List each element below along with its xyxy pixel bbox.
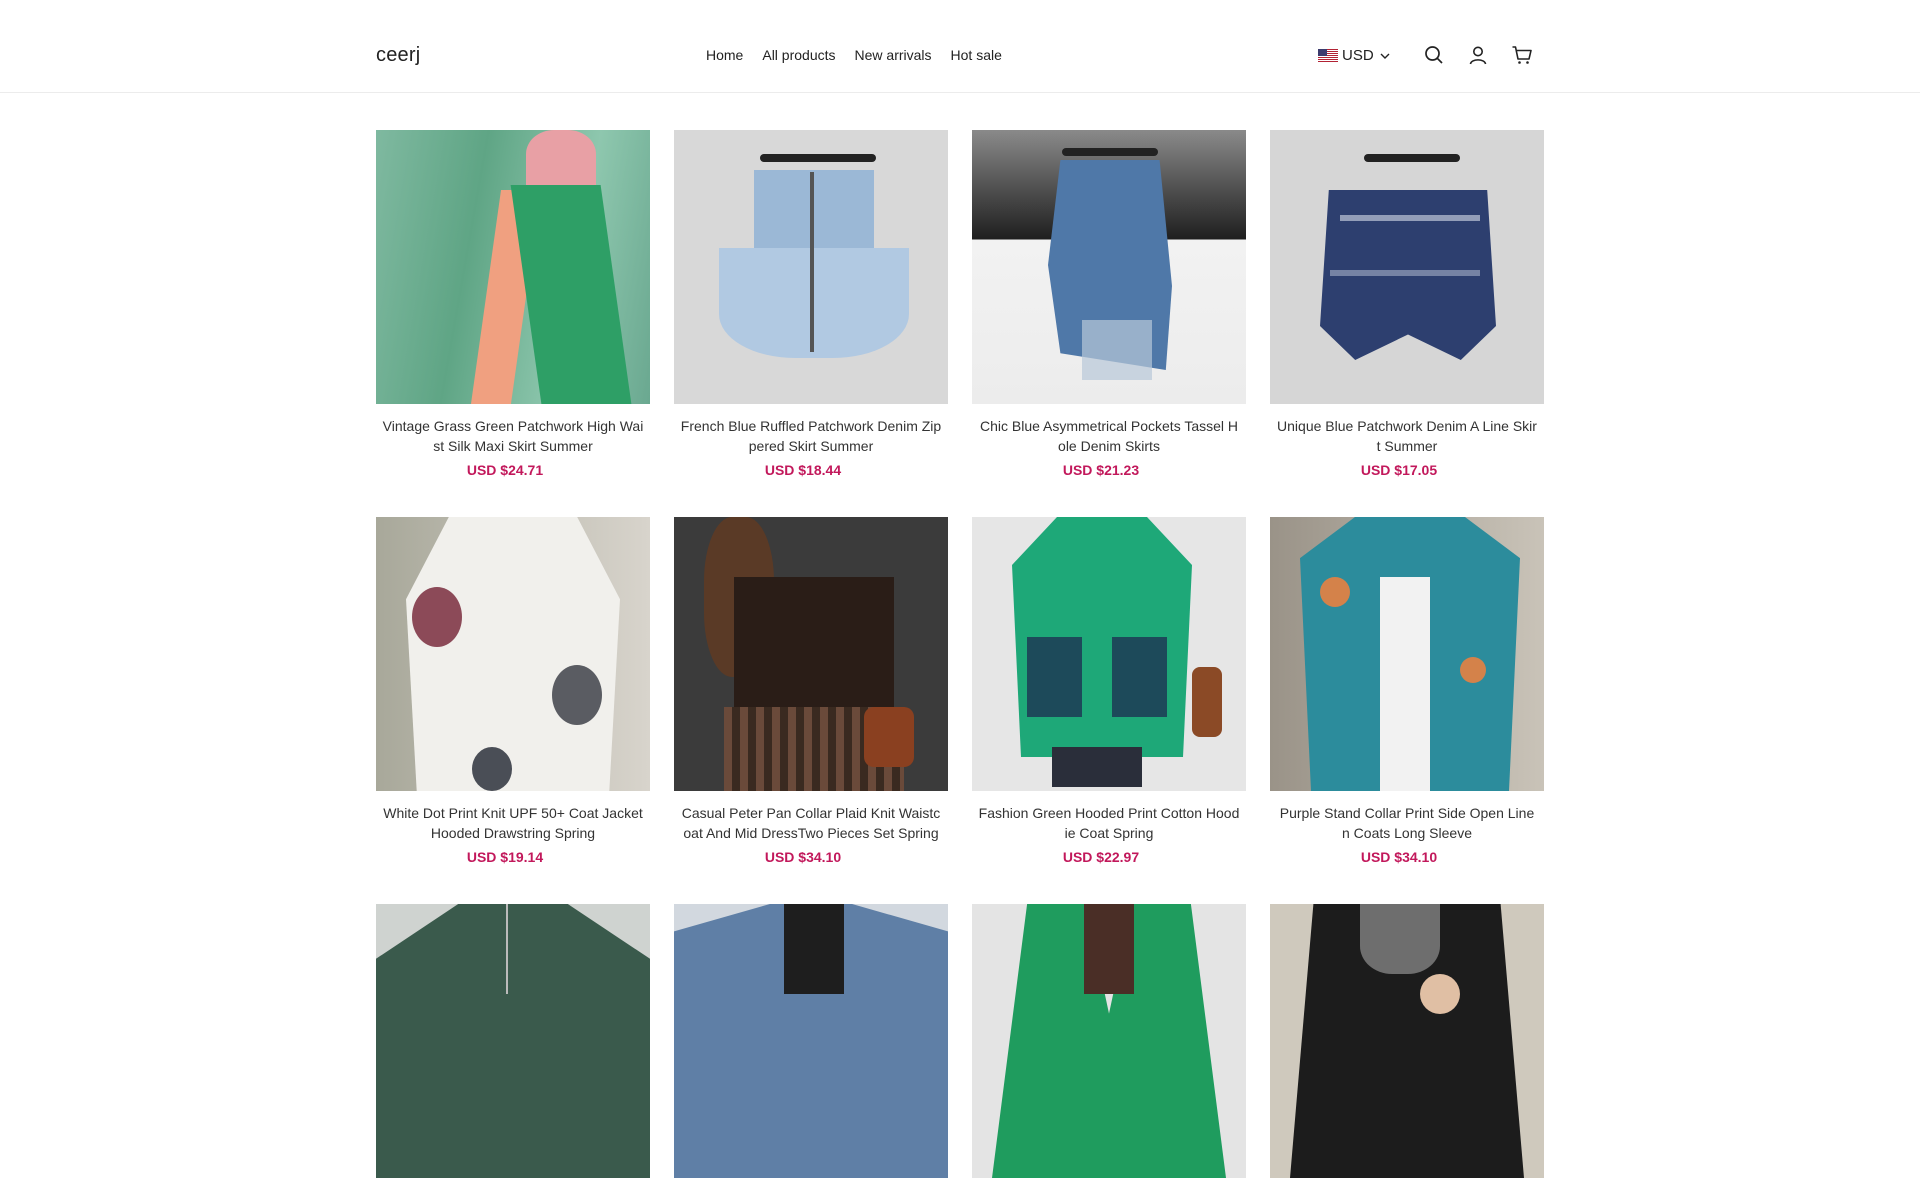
currency-selector[interactable]: USD [1318, 47, 1391, 64]
nav-new-arrivals[interactable]: New arrivals [855, 47, 932, 63]
product-price: USD $17.05 [1360, 462, 1438, 478]
account-icon[interactable] [1467, 44, 1489, 66]
product-card[interactable] [972, 904, 1246, 1190]
product-image[interactable] [1270, 904, 1544, 1178]
site-logo[interactable]: ceerj [376, 44, 420, 67]
product-card[interactable]: French Blue Ruffled Patchwork Denim Zipp… [674, 130, 948, 478]
product-card[interactable] [674, 904, 948, 1190]
product-card[interactable]: Purple Stand Collar Print Side Open Line… [1270, 517, 1544, 865]
product-card[interactable]: Casual Peter Pan Collar Plaid Knit Waist… [674, 517, 948, 865]
product-title[interactable]: Unique Blue Patchwork Denim A Line Skirt… [1270, 416, 1544, 456]
nav-hot-sale[interactable]: Hot sale [951, 47, 1002, 63]
search-icon[interactable] [1423, 44, 1445, 66]
product-price: USD $34.10 [1360, 849, 1438, 865]
product-image[interactable] [972, 904, 1246, 1178]
product-price: USD $22.97 [1062, 849, 1140, 865]
chevron-down-icon [1380, 53, 1390, 59]
product-card[interactable]: Unique Blue Patchwork Denim A Line Skirt… [1270, 130, 1544, 478]
product-title[interactable]: White Dot Print Knit UPF 50+ Coat Jacket… [376, 803, 650, 843]
nav-all-products[interactable]: All products [762, 47, 835, 63]
product-card[interactable] [1270, 904, 1544, 1190]
product-image[interactable] [972, 130, 1246, 404]
currency-label: USD [1342, 47, 1374, 64]
product-card[interactable]: White Dot Print Knit UPF 50+ Coat Jacket… [376, 517, 650, 865]
product-image[interactable] [674, 517, 948, 791]
product-title[interactable]: Chic Blue Asymmetrical Pockets Tassel Ho… [972, 416, 1246, 456]
product-price: USD $21.23 [1062, 462, 1140, 478]
product-price: USD $34.10 [764, 849, 842, 865]
product-card[interactable] [376, 904, 650, 1190]
product-title[interactable]: Vintage Grass Green Patchwork High Waist… [376, 416, 650, 456]
cart-icon[interactable] [1511, 44, 1533, 66]
product-image[interactable] [972, 517, 1246, 791]
product-card[interactable]: Chic Blue Asymmetrical Pockets Tassel Ho… [972, 130, 1246, 478]
product-image[interactable] [376, 517, 650, 791]
product-title[interactable]: Purple Stand Collar Print Side Open Line… [1270, 803, 1544, 843]
us-flag-icon [1318, 49, 1338, 62]
product-price: USD $24.71 [466, 462, 544, 478]
product-card[interactable]: Vintage Grass Green Patchwork High Waist… [376, 130, 650, 478]
product-title[interactable]: French Blue Ruffled Patchwork Denim Zipp… [674, 416, 948, 456]
product-image[interactable] [1270, 130, 1544, 404]
nav-home[interactable]: Home [706, 47, 743, 63]
product-title[interactable]: Casual Peter Pan Collar Plaid Knit Waist… [674, 803, 948, 843]
product-title[interactable]: Fashion Green Hooded Print Cotton Hoodie… [972, 803, 1246, 843]
main-nav: Home All products New arrivals Hot sale [706, 47, 1021, 63]
product-image[interactable] [376, 130, 650, 404]
product-image[interactable] [674, 904, 948, 1178]
product-image[interactable] [376, 904, 650, 1178]
site-header: ceerj Home All products New arrivals Hot… [0, 0, 1920, 93]
product-image[interactable] [1270, 517, 1544, 791]
product-price: USD $18.44 [764, 462, 842, 478]
product-price: USD $19.14 [466, 849, 544, 865]
product-image[interactable] [674, 130, 948, 404]
product-card[interactable]: Fashion Green Hooded Print Cotton Hoodie… [972, 517, 1246, 865]
